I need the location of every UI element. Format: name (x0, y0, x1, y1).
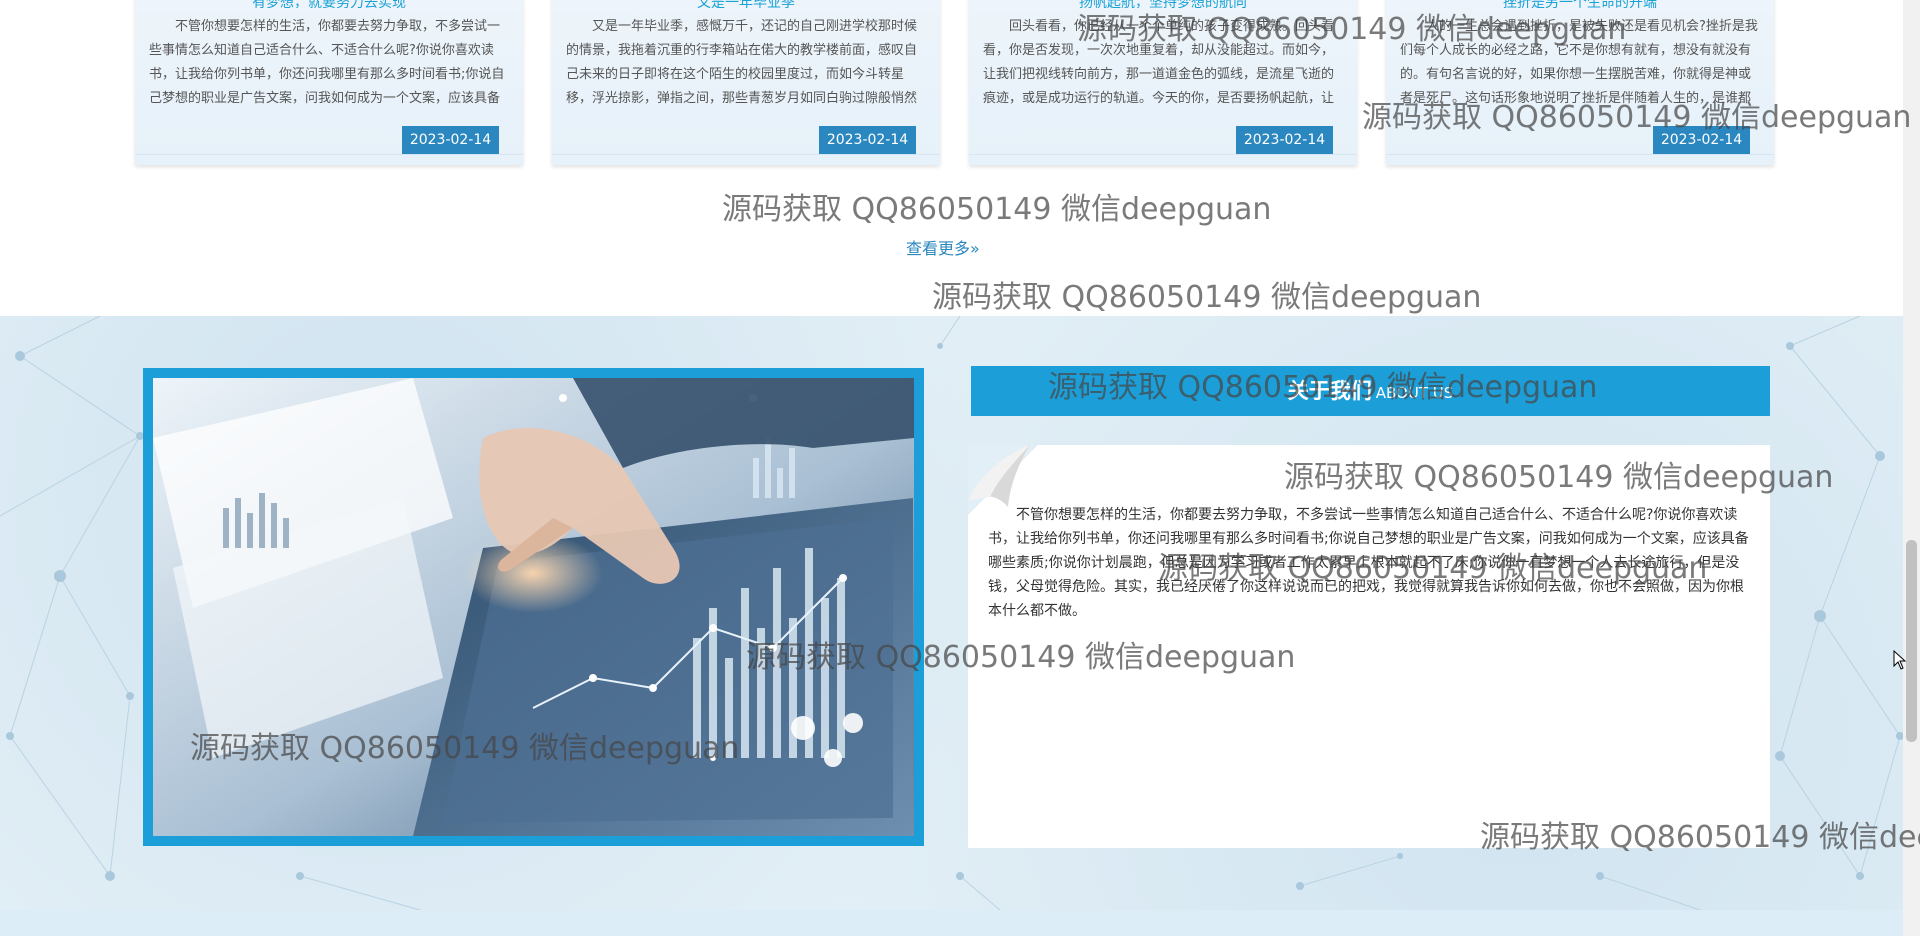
news-card-excerpt: 回头看看，你已经从一个个单纯的孩子变得成熟。回头看看，你是否发现，一次次地重复着… (983, 19, 1335, 106)
view-more-link[interactable]: 查看更多» (906, 235, 980, 259)
news-card-date: 2023-02-14 (1236, 126, 1333, 154)
news-card-title[interactable]: 挫折是另一个生命的开端 (1386, 0, 1774, 8)
news-card-excerpt: 人的一生总会遇到挫折，是被失败还是看见机会?挫折是我们每个人成长的必经之路，它不… (1400, 19, 1758, 106)
news-card[interactable]: 扬帆起航，坚持梦想的航向 回头看看，你已经从一个个单纯的孩子变得成熟。回头看看，… (969, 0, 1357, 165)
about-header: 关于我们 ABOUT US (971, 366, 1770, 416)
news-card-date: 2023-02-14 (402, 126, 499, 154)
footer-strip (0, 910, 1903, 936)
about-panel: 关于我们 ABOUT US 不管你想要怎样的生活，你都要去努力争取，不多尝试一些事… (968, 366, 1770, 848)
about-description: 不管你想要怎样的生活，你都要去努力争取，不多尝试一些事情怎么知道自己适合什么、不… (988, 507, 1749, 619)
about-subtitle: ABOUT US (1375, 384, 1454, 402)
business-analytics-photo (153, 378, 914, 836)
about-photo-frame (143, 368, 924, 846)
about-content-box: 不管你想要怎样的生活，你都要去努力争取，不多尝试一些事情怎么知道自己适合什么、不… (968, 445, 1770, 848)
card-divider (1386, 154, 1774, 155)
about-section: 关于我们 ABOUT US 不管你想要怎样的生活，你都要去努力争取，不多尝试一些事… (0, 316, 1903, 910)
news-card-excerpt: 又是一年毕业季，感慨万千，还记的自己刚进学校那时候的情景，我拖着沉重的行李箱站在… (566, 19, 918, 106)
news-card[interactable]: 又是一年毕业季 又是一年毕业季，感慨万千，还记的自己刚进学校那时候的情景，我拖着… (552, 0, 940, 165)
about-title: 关于我们 (1287, 379, 1372, 403)
card-divider (969, 154, 1357, 155)
news-card-title[interactable]: 扬帆起航，坚持梦想的航向 (969, 0, 1357, 8)
news-card-date: 2023-02-14 (1653, 126, 1750, 154)
news-card[interactable]: 有梦想，就要努力去实现 不管你想要怎样的生活，你都要去努力争取，不多尝试一些事情… (135, 0, 523, 165)
news-card-title[interactable]: 又是一年毕业季 (552, 0, 940, 8)
news-card-date: 2023-02-14 (819, 126, 916, 154)
scrollbar-thumb[interactable] (1906, 540, 1917, 742)
mouse-cursor-icon (1893, 650, 1907, 670)
page-scrollbar[interactable] (1903, 0, 1920, 936)
card-divider (135, 154, 523, 155)
news-card-title[interactable]: 有梦想，就要努力去实现 (135, 0, 523, 8)
news-card[interactable]: 挫折是另一个生命的开端 人的一生总会遇到挫折，是被失败还是看见机会?挫折是我们每… (1386, 0, 1774, 165)
card-divider (552, 154, 940, 155)
news-card-excerpt: 不管你想要怎样的生活，你都要去努力争取，不多尝试一些事情怎么知道自己适合什么、不… (149, 19, 505, 106)
news-section: 有梦想，就要努力去实现 不管你想要怎样的生活，你都要去努力争取，不多尝试一些事情… (0, 0, 1903, 316)
